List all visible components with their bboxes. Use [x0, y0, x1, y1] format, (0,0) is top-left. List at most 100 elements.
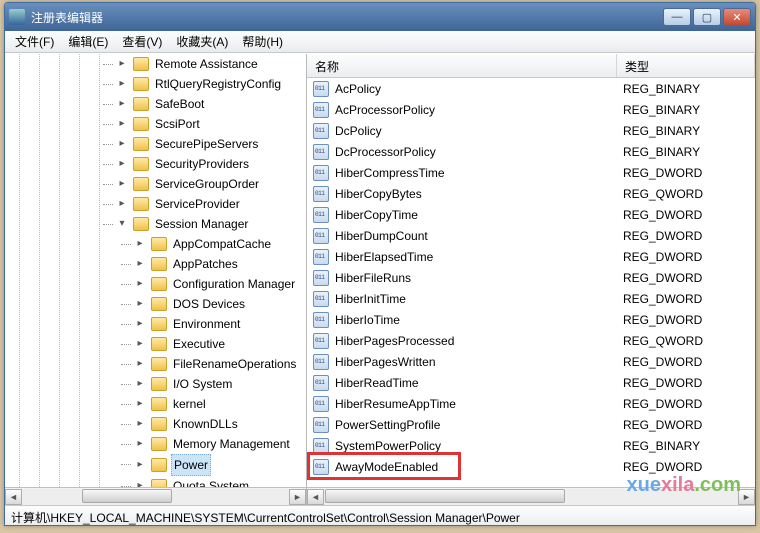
value-row[interactable]: AcPolicyREG_BINARY	[307, 78, 755, 99]
chevron-right-icon[interactable]: ▸	[135, 460, 145, 470]
scroll-right-icon[interactable]: ►	[289, 489, 306, 505]
tree-node[interactable]: ▸ DOS Devices	[135, 294, 306, 314]
value-row[interactable]: HiberCopyTimeREG_DWORD	[307, 204, 755, 225]
tree-node[interactable]: ▸SecurityProviders	[117, 154, 306, 174]
tree-node[interactable]: ▸AppCompatCache	[135, 234, 306, 254]
value-row[interactable]: HiberPagesWrittenREG_DWORD	[307, 351, 755, 372]
chevron-right-icon[interactable]: ▸	[135, 239, 145, 249]
chevron-right-icon[interactable]: ▸	[117, 199, 127, 209]
tree-node[interactable]: ▸Power	[135, 454, 306, 476]
value-row[interactable]: PowerSettingProfileREG_DWORD	[307, 414, 755, 435]
tree-label: RtlQueryRegistryConfig	[153, 74, 283, 94]
menu-view[interactable]: 查看(V)	[116, 31, 168, 52]
col-name[interactable]: 名称	[307, 54, 617, 77]
chevron-right-icon[interactable]: ▸	[135, 259, 145, 269]
tree-node[interactable]: ▸kernel	[135, 394, 306, 414]
tree-node[interactable]: ▸ RtlQueryRegistryConfig	[117, 74, 306, 94]
binary-value-icon	[313, 144, 329, 160]
value-row[interactable]: DcPolicyREG_BINARY	[307, 120, 755, 141]
tree-node[interactable]: ▸ScsiPort	[117, 114, 306, 134]
chevron-right-icon[interactable]: ▸	[135, 419, 145, 429]
folder-icon	[151, 417, 167, 431]
chevron-right-icon[interactable]: ▸	[135, 339, 145, 349]
menu-help[interactable]: 帮助(H)	[236, 31, 289, 52]
tree-node[interactable]: ▸Quota System	[135, 476, 306, 487]
chevron-right-icon[interactable]: ▸	[135, 481, 145, 487]
value-row[interactable]: HiberIoTimeREG_DWORD	[307, 309, 755, 330]
value-row[interactable]: HiberDumpCountREG_DWORD	[307, 225, 755, 246]
tree-node[interactable]: ▸ServiceProvider	[117, 194, 306, 214]
chevron-down-icon[interactable]: ▾	[117, 219, 127, 229]
chevron-right-icon[interactable]: ▸	[117, 99, 127, 109]
chevron-right-icon[interactable]: ▸	[117, 159, 127, 169]
chevron-right-icon[interactable]: ▸	[117, 139, 127, 149]
tree-node[interactable]: ▸ServiceGroupOrder	[117, 174, 306, 194]
tree-node[interactable]: ▸Environment	[135, 314, 306, 334]
close-button[interactable]: ✕	[723, 8, 751, 26]
value-row[interactable]: HiberPagesProcessedREG_QWORD	[307, 330, 755, 351]
scroll-thumb[interactable]	[82, 489, 172, 503]
menu-edit[interactable]: 编辑(E)	[62, 31, 114, 52]
value-row[interactable]: AwayModeEnabledREG_DWORD	[307, 456, 755, 477]
chevron-right-icon[interactable]: ▸	[117, 59, 127, 69]
scroll-left-icon[interactable]: ◄	[5, 489, 22, 505]
scroll-right-icon[interactable]: ►	[738, 489, 755, 505]
value-row[interactable]: HiberFileRunsREG_DWORD	[307, 267, 755, 288]
scroll-left-icon[interactable]: ◄	[307, 489, 324, 505]
folder-icon	[151, 377, 167, 391]
chevron-right-icon[interactable]: ▸	[135, 359, 145, 369]
tree-node[interactable]: ▸FileRenameOperations	[135, 354, 306, 374]
value-row[interactable]: AcProcessorPolicyREG_BINARY	[307, 99, 755, 120]
chevron-right-icon[interactable]: ▸	[135, 439, 145, 449]
scroll-thumb[interactable]	[325, 489, 565, 503]
tree-node[interactable]: ▾Session Manager▸AppCompatCache▸AppPatch…	[117, 214, 306, 487]
maximize-button[interactable]: ▢	[693, 8, 721, 26]
value-row[interactable]: HiberResumeAppTimeREG_DWORD	[307, 393, 755, 414]
titlebar[interactable]: 注册表编辑器 — ▢ ✕	[5, 3, 755, 31]
chevron-right-icon[interactable]: ▸	[117, 179, 127, 189]
tree-hscroll[interactable]: ◄ ►	[5, 487, 306, 505]
value-row[interactable]: SystemPowerPolicyREG_BINARY	[307, 435, 755, 456]
minimize-button[interactable]: —	[663, 8, 691, 26]
tree-node[interactable]: ▸Executive	[135, 334, 306, 354]
chevron-right-icon[interactable]: ▸	[135, 299, 145, 309]
value-row[interactable]: HiberCopyBytesREG_QWORD	[307, 183, 755, 204]
tree-node[interactable]: ▸ Memory Management	[135, 434, 306, 454]
tree-body[interactable]: ▸Remote Assistance▸RtlQueryRegistryConfi…	[5, 54, 306, 487]
chevron-right-icon[interactable]: ▸	[135, 379, 145, 389]
value-name: SystemPowerPolicy	[335, 439, 623, 453]
tree-node[interactable]: ▸SafeBoot	[117, 94, 306, 114]
value-row[interactable]: HiberReadTimeREG_DWORD	[307, 372, 755, 393]
value-name: HiberFileRuns	[335, 271, 623, 285]
value-type: REG_DWORD	[623, 397, 755, 411]
chevron-right-icon[interactable]: ▸	[117, 79, 127, 89]
tree-label: Memory Management	[171, 434, 292, 454]
value-name: HiberCopyTime	[335, 208, 623, 222]
value-row[interactable]: DcProcessorPolicyREG_BINARY	[307, 141, 755, 162]
value-type: REG_BINARY	[623, 145, 755, 159]
tree-node[interactable]: ▸AppPatches	[135, 254, 306, 274]
tree-node[interactable]: ▸Configuration Manager	[135, 274, 306, 294]
menu-fav[interactable]: 收藏夹(A)	[170, 31, 234, 52]
tree-pane: ▸Remote Assistance▸RtlQueryRegistryConfi…	[5, 54, 307, 505]
value-row[interactable]: HiberInitTimeREG_DWORD	[307, 288, 755, 309]
tree-node[interactable]: ▸I/O System	[135, 374, 306, 394]
regedit-window: 注册表编辑器 — ▢ ✕ 文件(F) 编辑(E) 查看(V) 收藏夹(A) 帮助…	[4, 2, 756, 526]
list-body[interactable]: AcPolicyREG_BINARYAcProcessorPolicyREG_B…	[307, 78, 755, 487]
value-type: REG_DWORD	[623, 208, 755, 222]
list-hscroll[interactable]: ◄ ►	[307, 487, 755, 505]
menu-file[interactable]: 文件(F)	[9, 31, 60, 52]
folder-icon	[151, 357, 167, 371]
chevron-right-icon[interactable]: ▸	[135, 399, 145, 409]
chevron-right-icon[interactable]: ▸	[135, 319, 145, 329]
binary-value-icon	[313, 438, 329, 454]
col-type[interactable]: 类型	[617, 54, 755, 77]
tree-node[interactable]: ▸SecurePipeServers	[117, 134, 306, 154]
value-row[interactable]: HiberCompressTimeREG_DWORD	[307, 162, 755, 183]
value-row[interactable]: HiberElapsedTimeREG_DWORD	[307, 246, 755, 267]
chevron-right-icon[interactable]: ▸	[117, 119, 127, 129]
tree-node[interactable]: ▸Remote Assistance	[117, 54, 306, 74]
tree-node[interactable]: ▸KnownDLLs	[135, 414, 306, 434]
tree-label: DOS Devices	[171, 294, 247, 314]
chevron-right-icon[interactable]: ▸	[135, 279, 145, 289]
